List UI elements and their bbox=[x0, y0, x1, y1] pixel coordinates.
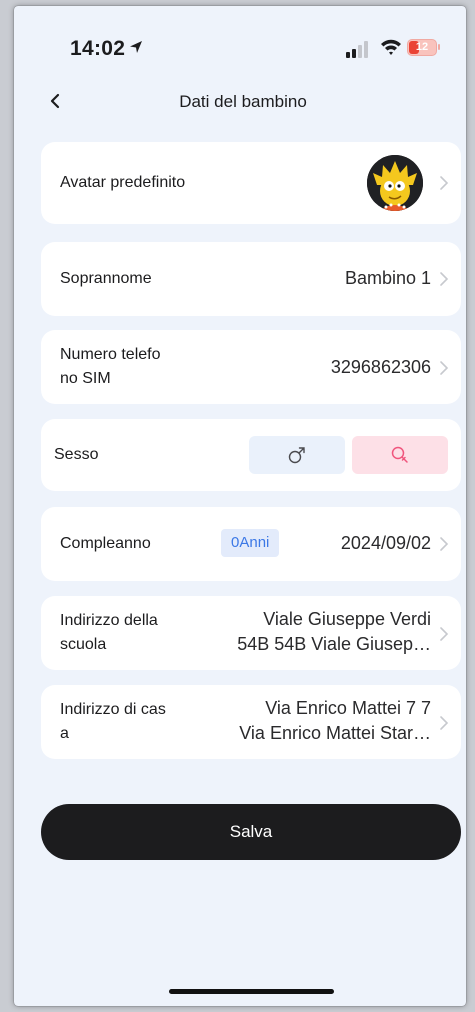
chevron-right-icon bbox=[440, 361, 449, 375]
home-address-value-line2: Via Enrico Mattei Star… bbox=[239, 723, 431, 743]
female-icon bbox=[391, 446, 408, 463]
home-address-row[interactable]: Indirizzo di cas a Via Enrico Mattei 7 7… bbox=[41, 685, 461, 759]
save-button[interactable]: Salva bbox=[41, 804, 461, 860]
nickname-value: Bambino 1 bbox=[344, 268, 431, 288]
cellular-signal-icon bbox=[346, 41, 368, 58]
birthday-label: Compleanno bbox=[60, 535, 151, 552]
avatar[interactable] bbox=[367, 155, 423, 211]
home-address-label-line1: Indirizzo di cas bbox=[60, 701, 166, 718]
male-button[interactable] bbox=[249, 436, 345, 474]
battery-percent: 12 bbox=[415, 41, 429, 53]
school-address-row[interactable]: Indirizzo della scuola Viale Giuseppe Ve… bbox=[41, 596, 461, 670]
birthday-value: 2024/09/02 bbox=[340, 533, 431, 553]
age-badge: 0Anni bbox=[221, 529, 280, 557]
wifi-icon bbox=[381, 39, 401, 55]
home-indicator[interactable] bbox=[169, 989, 334, 994]
sim-phone-value: 3296862306 bbox=[330, 357, 431, 377]
chevron-right-icon bbox=[440, 627, 449, 641]
chevron-right-icon bbox=[440, 716, 449, 730]
page-title: Dati del bambino bbox=[179, 92, 307, 111]
location-arrow-icon bbox=[128, 37, 144, 61]
birthday-row[interactable]: Compleanno 0Anni 2024/09/02 bbox=[41, 507, 461, 581]
chevron-right-icon bbox=[440, 537, 449, 551]
school-address-value-line1: Viale Giuseppe Verdi bbox=[263, 609, 431, 629]
male-icon bbox=[288, 447, 305, 464]
chevron-right-icon bbox=[440, 272, 449, 286]
battery-cap bbox=[438, 44, 440, 50]
female-button[interactable] bbox=[352, 436, 448, 474]
sim-phone-label-line1: Numero telefo bbox=[60, 346, 161, 363]
nickname-row[interactable]: Soprannome Bambino 1 bbox=[41, 242, 461, 316]
gender-row: Sesso bbox=[41, 419, 461, 491]
home-address-value-line1: Via Enrico Mattei 7 7 bbox=[265, 698, 431, 718]
school-address-label-line2: scuola bbox=[60, 636, 107, 653]
phone-screen: 14:02 12 Dati del bambino Avatar predefi… bbox=[14, 6, 466, 1006]
school-address-label-line1: Indirizzo della bbox=[60, 612, 158, 629]
nickname-label: Soprannome bbox=[60, 270, 152, 287]
sim-phone-row[interactable]: Numero telefo no SIM 3296862306 bbox=[41, 330, 461, 404]
status-time-text: 14:02 bbox=[70, 37, 126, 60]
school-address-value-line2: 54B 54B Viale Giusep… bbox=[237, 634, 431, 654]
sim-phone-label-line2: no SIM bbox=[60, 370, 111, 387]
gender-label: Sesso bbox=[54, 446, 99, 463]
battery-icon: 12 bbox=[407, 39, 437, 56]
avatar-row[interactable]: Avatar predefinito bbox=[41, 142, 461, 224]
avatar-label: Avatar predefinito bbox=[60, 174, 186, 191]
status-bar: 14:02 12 bbox=[14, 6, 466, 76]
home-address-label-line2: a bbox=[60, 725, 69, 742]
chevron-right-icon bbox=[440, 176, 449, 190]
status-time: 14:02 bbox=[70, 37, 144, 61]
cartoon-avatar-icon bbox=[367, 155, 423, 211]
